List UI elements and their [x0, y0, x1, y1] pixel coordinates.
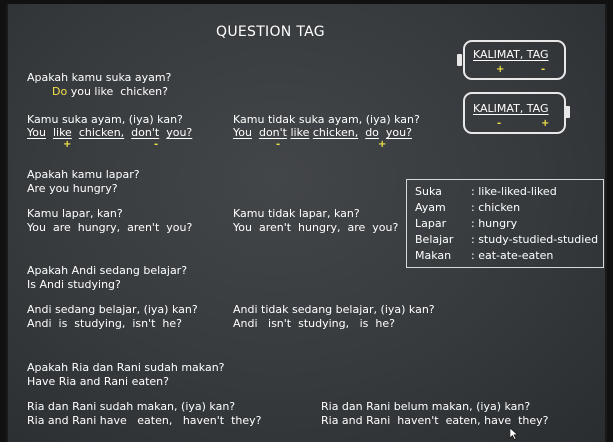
page-title: QUESTION TAG — [216, 24, 325, 40]
question-indonesian: Apakah Andi sedang belajar? — [27, 264, 188, 277]
question-english: Have Ria and Rani eaten? — [27, 375, 169, 388]
box-connector — [457, 54, 462, 66]
vocab-forms: : chicken — [471, 201, 521, 214]
negative-tag-indonesian: Andi tidak sedang belajar, (iya) kan? — [233, 303, 435, 316]
positive-tag-indonesian: Ria dan Rani sudah makan, (iya) kan? — [27, 400, 236, 413]
vocab-forms: : hungry — [471, 217, 518, 230]
question-indonesian: Apakah Ria dan Rani sudah makan? — [27, 361, 225, 374]
negative-tag-english: Andi isn't studying, is he? — [233, 317, 395, 330]
negative-tag-english: You don't like chicken, do you? — [233, 126, 412, 139]
tag-box-sign: - — [497, 118, 502, 129]
question-indonesian: Apakah kamu suka ayam? — [27, 71, 172, 84]
negative-tag-indonesian: Kamu tidak suka ayam, (iya) kan? — [233, 113, 420, 126]
sign-marker: + — [63, 139, 72, 150]
question-english: Is Andi studying? — [27, 278, 121, 291]
vocabulary-table: Suka : like-liked-liked Ayam : chicken L… — [406, 179, 604, 268]
vocab-forms: : like-liked-liked — [471, 185, 557, 198]
positive-tag-indonesian: Kamu lapar, kan? — [27, 207, 123, 220]
vocab-forms: : eat-ate-eaten — [471, 249, 554, 262]
vocab-word: Belajar — [415, 233, 454, 246]
tag-box-negative: KALIMAT, TAG - + — [463, 92, 566, 134]
tag-box-label: KALIMAT, TAG — [473, 102, 549, 115]
negative-tag-indonesian: Ria dan Rani belum makan, (iya) kan? — [321, 400, 531, 413]
negative-tag-indonesian: Kamu tidak lapar, kan? — [233, 207, 360, 220]
negative-tag-english: Ria and Rani haven't eaten, have they? — [321, 414, 549, 427]
mouse-cursor-icon — [510, 428, 518, 440]
chalkboard: QUESTION TAG KALIMAT, TAG + - KALIMAT, T… — [6, 4, 607, 442]
tag-box-sign: + — [541, 118, 550, 129]
question-indonesian: Apakah kamu lapar? — [27, 168, 140, 181]
sign-marker: + — [378, 139, 387, 150]
question-english: Do you like chicken? — [52, 85, 168, 98]
tag-box-sign: - — [541, 64, 546, 75]
positive-tag-english: You like chicken, don't you? — [27, 126, 193, 139]
tag-box-positive: KALIMAT, TAG + - — [463, 40, 566, 80]
positive-tag-indonesian: Andi sedang belajar, (iya) kan? — [27, 303, 198, 316]
positive-tag-english: Ria and Rani have eaten, haven't they? — [27, 414, 262, 427]
question-english: Are you hungry? — [27, 182, 118, 195]
positive-tag-english: Andi is studying, isn't he? — [27, 317, 182, 330]
vocab-forms: : study-studied-studied — [471, 233, 599, 246]
positive-tag-english: You are hungry, aren't you? — [27, 221, 193, 234]
vocab-word: Makan — [415, 249, 452, 262]
box-connector — [565, 106, 570, 118]
negative-tag-english: You aren't hungry, are you? — [233, 221, 399, 234]
vocab-word: Suka — [415, 185, 442, 198]
tag-box-sign: + — [496, 64, 505, 75]
positive-tag-indonesian: Kamu suka ayam, (iya) kan? — [27, 113, 183, 126]
sign-marker: - — [276, 139, 281, 150]
vocab-word: Ayam — [415, 201, 446, 214]
sign-marker: - — [154, 139, 159, 150]
vocab-word: Lapar — [415, 217, 447, 230]
tag-box-label: KALIMAT, TAG — [473, 48, 549, 61]
